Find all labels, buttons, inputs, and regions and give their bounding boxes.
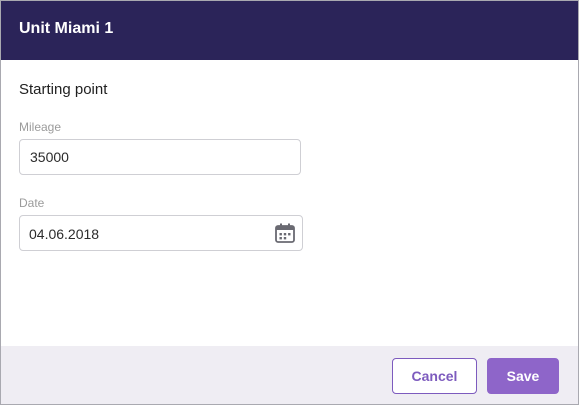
calendar-icon[interactable]: [274, 222, 296, 244]
date-value: 04.06.2018: [29, 226, 100, 242]
date-input[interactable]: 04.06.2018: [19, 215, 303, 251]
dialog-footer: Cancel Save: [1, 346, 578, 404]
dialog-header: Unit Miami 1: [1, 1, 578, 60]
section-title: Starting point: [19, 81, 108, 98]
dialog-title: Unit Miami 1: [19, 20, 114, 37]
mileage-input[interactable]: [19, 139, 301, 175]
unit-dialog: Unit Miami 1 Starting point Mileage Date…: [0, 0, 579, 405]
date-label: Date: [19, 196, 45, 210]
mileage-label: Mileage: [19, 120, 62, 134]
cancel-button[interactable]: Cancel: [392, 358, 477, 394]
save-button[interactable]: Save: [487, 358, 559, 394]
